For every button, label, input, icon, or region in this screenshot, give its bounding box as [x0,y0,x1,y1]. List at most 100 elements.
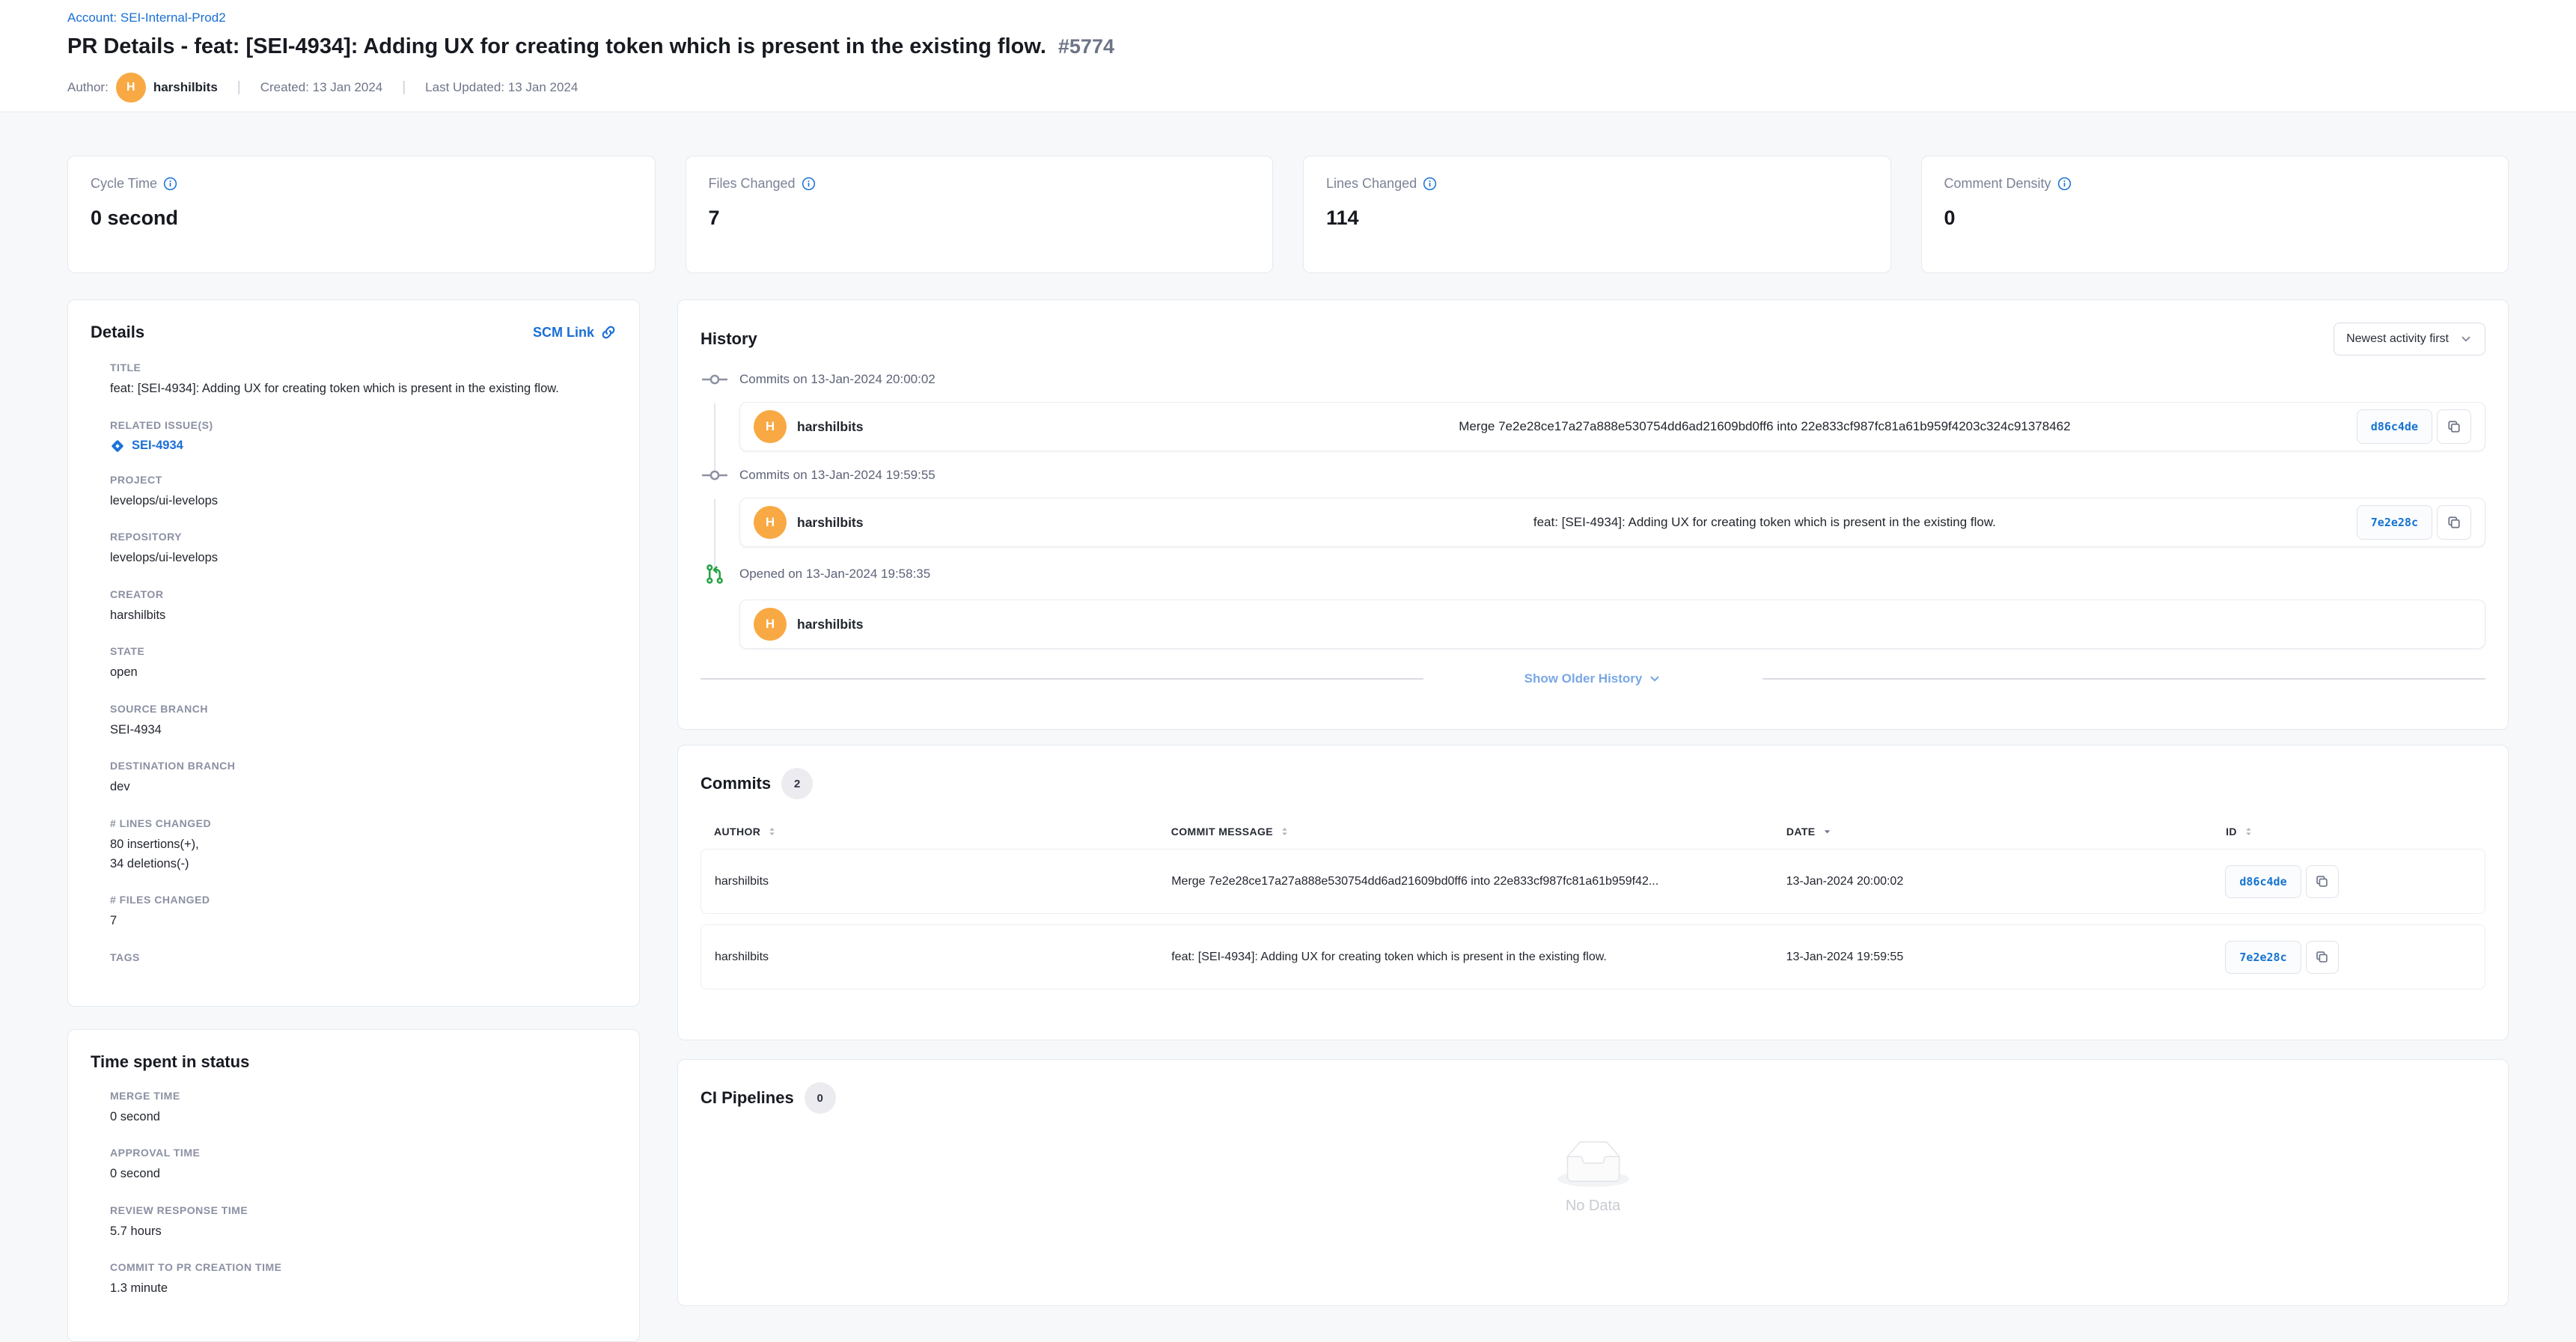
commits-heading: Commits [701,774,771,793]
chevron-down-icon [1648,672,1661,686]
field-label: STATE [110,645,617,657]
author-name: harshilbits [153,80,218,95]
issue-key: SEI-4934 [132,439,183,453]
column-header-author[interactable]: AUTHOR [714,825,1171,838]
time-in-status-heading: Time spent in status [91,1052,617,1072]
history-event-opened: Opened on 13-Jan-2024 19:58:35 H harshil… [701,564,2485,649]
field-label: TAGS [110,951,617,963]
commit-sha-chip[interactable]: d86c4de [2357,409,2432,444]
time-in-status-panel: Time spent in status MERGE TIME 0 second… [67,1029,640,1342]
commit-sha-chip[interactable]: 7e2e28c [2225,941,2301,974]
field-label: PROJECT [110,474,617,486]
cell-commit-message: feat: [SEI-4934]: Adding UX for creating… [1171,951,1786,964]
history-commit-card: H harshilbits Merge 7e2e28ce17a27a888e53… [739,402,2485,451]
avatar: H [754,410,787,443]
metric-label: Files Changed [709,176,796,192]
scm-link[interactable]: SCM Link [533,324,617,341]
info-icon[interactable] [802,177,816,191]
divider [1762,678,2485,680]
info-icon[interactable] [2057,177,2072,191]
field-label: DESTINATION BRANCH [110,760,617,772]
detail-field-creator: CREATOR harshilbits [110,588,617,626]
field-value: levelops/ui-levelops [110,549,617,568]
column-header-date[interactable]: DATE [1786,825,2226,838]
field-value: 1.3 minute [110,1279,617,1299]
metric-card-comment-density: Comment Density 0 [1921,156,2509,273]
history-opened-card: H harshilbits [739,600,2485,649]
history-event-commit-2: Commits on 13-Jan-2024 19:59:55 H harshi… [701,468,2485,547]
field-label: TITLE [110,362,617,373]
copy-icon[interactable] [2306,941,2339,974]
time-field-commit-to-pr: COMMIT TO PR CREATION TIME 1.3 minute [110,1261,617,1299]
metric-value: 0 second [91,207,632,230]
details-panel: Details SCM Link TITLE feat: [SEI-4934]:… [67,299,640,1007]
field-value: SEI-4934 [110,721,617,740]
field-label: # LINES CHANGED [110,817,617,829]
cell-author: harshilbits [715,951,1171,964]
time-field-merge: MERGE TIME 0 second [110,1090,617,1127]
pr-author: harshilbits [797,617,864,632]
commits-table-header: AUTHOR COMMIT MESSAGE DATE ID [701,825,2485,838]
field-value: harshilbits [110,606,617,626]
field-value: dev [110,778,617,797]
details-heading: Details [91,323,144,342]
field-label: REPOSITORY [110,531,617,543]
scm-link-label: SCM Link [533,325,594,341]
copy-icon[interactable] [2437,505,2471,540]
show-older-history-row: Show Older History [701,671,2485,686]
info-icon[interactable] [1423,177,1437,191]
avatar: H [116,73,146,103]
history-panel: History Newest activity first Commits [677,299,2509,730]
author-label: Author: [67,80,109,95]
time-field-approval: APPROVAL TIME 0 second [110,1147,617,1184]
detail-field-state: STATE open [110,645,617,683]
field-value: 80 insertions(+), 34 deletions(-) [110,835,617,873]
detail-field-tags: TAGS [110,951,617,963]
ci-pipelines-panel: CI Pipelines 0 No Data [677,1059,2509,1306]
detail-field-title: TITLE feat: [SEI-4934]: Adding UX for cr… [110,362,617,399]
pull-request-icon [701,564,729,585]
divider [701,678,1423,680]
history-heading: History [701,329,757,349]
table-row: harshilbits Merge 7e2e28ce17a27a888e5307… [701,849,2485,914]
detail-field-source-branch: SOURCE BRANCH SEI-4934 [110,703,617,740]
metric-card-files-changed: Files Changed 7 [686,156,1274,273]
copy-icon[interactable] [2437,409,2471,444]
metric-label: Cycle Time [91,176,157,192]
history-commit-card: H harshilbits feat: [SEI-4934]: Adding U… [739,498,2485,547]
history-sort-select[interactable]: Newest activity first [2334,323,2485,356]
event-label: Commits on 13-Jan-2024 20:00:02 [739,372,936,387]
related-issue-link[interactable]: SEI-4934 [110,439,617,454]
field-value: 0 second [110,1165,617,1184]
avatar: H [754,506,787,539]
field-value: 7 [110,912,617,931]
metric-card-lines-changed: Lines Changed 114 [1303,156,1891,273]
field-label: SOURCE BRANCH [110,703,617,715]
column-label: ID [2226,826,2237,838]
detail-field-lines-changed: # LINES CHANGED 80 insertions(+), 34 del… [110,817,617,873]
metric-card-cycle-time: Cycle Time 0 second [67,156,656,273]
column-header-id[interactable]: ID [2226,825,2472,838]
detail-field-related-issues: RELATED ISSUE(S) SEI-4934 [110,419,617,454]
empty-state: No Data [701,1141,2485,1215]
cell-author: harshilbits [715,875,1171,888]
show-older-history-button[interactable]: Show Older History [1524,671,1662,686]
cell-commit-message: Merge 7e2e28ce17a27a888e530754dd6ad21609… [1171,875,1786,888]
no-data-label: No Data [1566,1198,1620,1215]
commits-panel: Commits 2 AUTHOR COMMIT MESSAGE DATE ID [677,745,2509,1040]
page-header: Account: SEI-Internal-Prod2 PR Details -… [0,0,2576,112]
ci-pipelines-count-badge: 0 [805,1082,836,1114]
info-icon[interactable] [163,177,177,191]
account-breadcrumb-link[interactable]: Account: SEI-Internal-Prod2 [67,10,226,25]
copy-icon[interactable] [2306,865,2339,898]
metric-value: 7 [709,207,1251,230]
timeline-connector [714,403,715,472]
commit-sha-chip[interactable]: d86c4de [2225,865,2301,898]
field-value: 0 second [110,1108,617,1127]
detail-field-project: PROJECT levelops/ui-levelops [110,474,617,511]
metric-cards-row: Cycle Time 0 second Files Changed 7 Line… [0,156,2576,273]
last-updated-date: Last Updated: 13 Jan 2024 [425,80,578,95]
commit-sha-chip[interactable]: 7e2e28c [2357,505,2432,540]
column-header-commit-message[interactable]: COMMIT MESSAGE [1171,825,1786,838]
metric-value: 114 [1326,207,1868,230]
